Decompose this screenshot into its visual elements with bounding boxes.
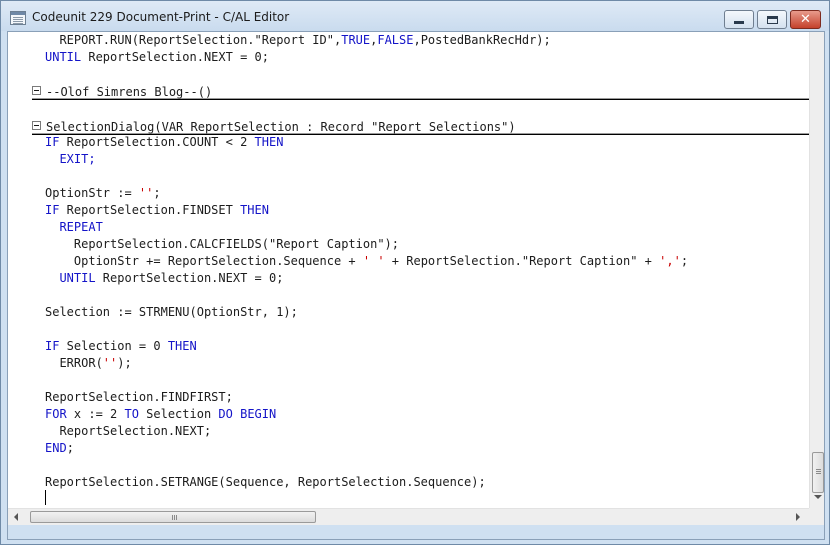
horizontal-scrollbar[interactable]	[8, 508, 824, 525]
trigger-section-header: --Olof Simrens Blog--()	[32, 84, 809, 100]
code-text: ,PostedBankRecHdr);	[413, 33, 551, 47]
keyword: DO BEGIN	[218, 407, 277, 421]
code-line: OptionStr := '';	[45, 185, 161, 202]
keyword: EXIT;	[45, 152, 96, 166]
code-line: ReportSelection.FINDFIRST;	[45, 389, 233, 406]
string-literal: ','	[659, 254, 681, 268]
code-text: Selection := STRMENU(OptionStr, 1);	[45, 305, 298, 319]
code-line: ERROR('');	[45, 355, 132, 372]
code-text: ;	[680, 254, 689, 268]
code-line: IF Selection = 0 THEN	[45, 338, 197, 355]
section-title: SelectionDialog(VAR ReportSelection : Re…	[46, 120, 516, 134]
code-text: ReportSelection.NEXT = 0;	[95, 271, 284, 285]
code-text: ERROR(	[45, 356, 103, 370]
code-text: ReportSelection.NEXT;	[45, 424, 212, 438]
code-line: Selection := STRMENU(OptionStr, 1);	[45, 304, 298, 321]
code-text: ReportSelection.FINDFIRST;	[45, 390, 233, 404]
keyword: IF	[45, 135, 60, 149]
minimize-button[interactable]	[724, 10, 754, 29]
keyword: TRUE	[341, 33, 371, 47]
code-text: x := 2	[66, 407, 125, 421]
horizontal-scroll-thumb[interactable]	[30, 511, 316, 523]
editor-client: REPORT.RUN(ReportSelection."Report ID",T…	[7, 31, 825, 540]
code-line: END;	[45, 440, 74, 457]
window-frame-bottom	[8, 525, 824, 539]
code-line: EXIT;	[45, 151, 96, 168]
code-text: Selection = 0	[59, 339, 168, 353]
keyword: IF	[45, 339, 60, 353]
keyword: FOR	[45, 407, 67, 421]
code-text: ;	[153, 186, 161, 200]
code-line: OptionStr += ReportSelection.Sequence + …	[45, 253, 688, 270]
code-text: ReportSelection.SETRANGE(Sequence, Repor…	[45, 475, 486, 489]
vertical-scroll-thumb[interactable]	[812, 452, 824, 493]
code-text: + ReportSelection."Report Caption" +	[384, 254, 660, 268]
minimize-icon	[734, 21, 744, 24]
close-button[interactable]: ✕	[790, 10, 821, 29]
code-line: ReportSelection.CALCFIELDS("Report Capti…	[45, 236, 399, 253]
keyword: TO	[124, 407, 139, 421]
section-divider	[32, 99, 809, 100]
code-text: ReportSelection.FINDSET	[59, 203, 241, 217]
keyword: UNTIL	[45, 271, 96, 285]
keyword: REPEAT	[45, 220, 103, 234]
string-literal: ' '	[362, 254, 385, 268]
app-icon[interactable]	[10, 11, 26, 25]
keyword: THEN	[240, 203, 269, 217]
code-text: Selection	[138, 407, 219, 421]
string-literal: ''	[138, 186, 154, 200]
code-editor[interactable]: REPORT.RUN(ReportSelection."Report ID",T…	[8, 32, 809, 508]
code-line: REPEAT	[45, 219, 103, 236]
function-section-header: SelectionDialog(VAR ReportSelection : Re…	[32, 119, 809, 135]
code-text: OptionStr :=	[45, 186, 139, 200]
keyword: IF	[45, 203, 60, 217]
code-text: ReportSelection.NEXT = 0;	[81, 50, 269, 64]
text-cursor	[45, 490, 46, 505]
code-text: REPORT.RUN(ReportSelection."Report ID",	[45, 33, 342, 47]
arrow-down-icon[interactable]	[814, 495, 822, 499]
keyword: THEN	[254, 135, 284, 149]
code-line: REPORT.RUN(ReportSelection."Report ID",T…	[45, 32, 551, 49]
code-line: IF ReportSelection.FINDSET THEN	[45, 202, 269, 219]
code-text: OptionStr += ReportSelection.Sequence +	[45, 254, 363, 268]
section-title: --Olof Simrens Blog--()	[46, 85, 213, 99]
code-text: ReportSelection.CALCFIELDS("Report Capti…	[45, 237, 400, 251]
close-icon: ✕	[800, 12, 811, 27]
code-line: UNTIL ReportSelection.NEXT = 0;	[45, 49, 269, 66]
code-line: ReportSelection.NEXT;	[45, 423, 211, 440]
size-grip	[809, 508, 824, 525]
code-line: IF ReportSelection.COUNT < 2 THEN	[45, 134, 283, 151]
editor-window: Codeunit 229 Document-Print - C/AL Edito…	[0, 0, 830, 545]
code-line: ReportSelection.SETRANGE(Sequence, Repor…	[45, 474, 486, 491]
maximize-icon	[766, 15, 778, 24]
keyword: THEN	[167, 339, 197, 353]
keyword: UNTIL	[45, 50, 82, 64]
code-line: FOR x := 2 TO Selection DO BEGIN	[45, 406, 276, 423]
arrow-right-icon[interactable]	[796, 513, 800, 521]
code-text: ;	[66, 441, 74, 455]
keyword: END	[45, 441, 67, 455]
arrow-left-icon[interactable]	[14, 513, 18, 521]
code-text: );	[117, 356, 132, 370]
maximize-button[interactable]	[757, 10, 787, 29]
code-text: ReportSelection.COUNT < 2	[59, 135, 255, 149]
code-line: UNTIL ReportSelection.NEXT = 0;	[45, 270, 283, 287]
keyword: FALSE	[377, 33, 414, 47]
title-bar[interactable]: Codeunit 229 Document-Print - C/AL Edito…	[1, 1, 829, 31]
vertical-scrollbar[interactable]	[809, 32, 824, 508]
window-title: Codeunit 229 Document-Print - C/AL Edito…	[32, 10, 290, 24]
collapse-icon[interactable]	[32, 121, 41, 130]
string-literal: ''	[102, 356, 118, 370]
collapse-icon[interactable]	[32, 86, 41, 95]
